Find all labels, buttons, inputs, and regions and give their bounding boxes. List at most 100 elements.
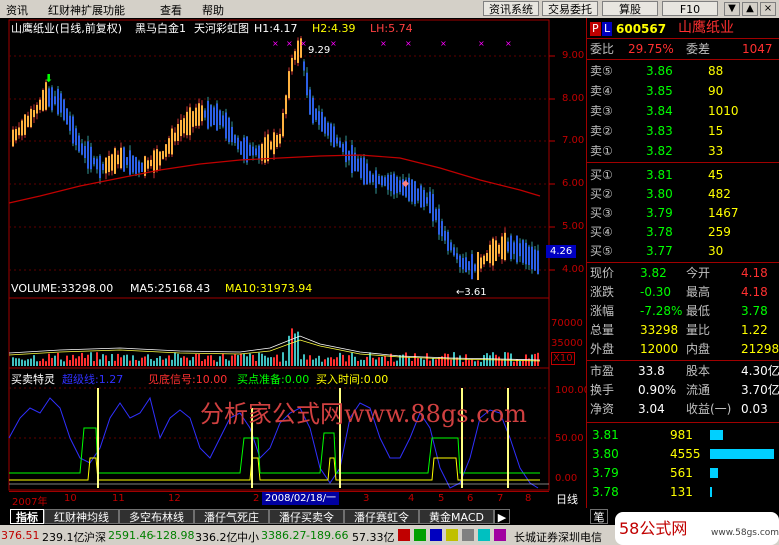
price-axis-label: 9.00 — [562, 50, 585, 61]
tab-panzai-qisi[interactable]: 潘仔气死庄 — [194, 509, 269, 524]
volume-bar — [144, 356, 146, 366]
volume-bar — [129, 360, 131, 366]
menu-item-zixun[interactable]: 资讯 — [6, 2, 28, 18]
volume-bar — [30, 358, 32, 366]
date-axis-label: 2 — [253, 493, 260, 504]
date-axis-label: 11 — [112, 493, 125, 504]
fin-label: 换手 — [590, 383, 615, 397]
signal-x-marker: × — [478, 39, 485, 48]
volume-axis-label: 35000 — [551, 338, 583, 349]
tab-bollinger[interactable]: 多空布林线 — [119, 509, 194, 524]
stock-name: 山鹰纸业 — [678, 20, 734, 36]
depth-price: 3.81 — [592, 428, 619, 442]
maximize-icon[interactable]: ▲ — [742, 2, 758, 16]
fin-value: 3.04 — [638, 402, 665, 416]
menu-bar: 资讯 红财神扩展功能 查看 帮助 资讯系统 交易委托 算股 F10 ▼ ▲ × — [0, 0, 779, 19]
volume-bar — [249, 353, 251, 366]
volume-bar — [456, 357, 458, 366]
index-amount: 57.33亿 — [352, 531, 395, 544]
stat-value: 3.82 — [640, 266, 667, 280]
index-change: -128.98 — [152, 529, 195, 542]
date-tooltip: 2008/02/18/一 — [262, 492, 340, 505]
date-axis-label: 3 — [363, 493, 370, 504]
buy-level-label: 买④ — [590, 225, 613, 239]
volume-bar — [156, 358, 158, 366]
tab-bi[interactable]: 笔 — [590, 509, 608, 524]
volume-bar — [54, 355, 56, 366]
minimize-icon[interactable]: ▼ — [724, 2, 740, 16]
volume-bar — [351, 352, 353, 366]
tab-indicator[interactable]: 指标 — [10, 509, 44, 524]
volume-bar — [186, 357, 188, 366]
info-system-button[interactable]: 资讯系统 — [483, 1, 539, 16]
volume-bar — [66, 355, 68, 366]
buy-price: 3.77 — [646, 244, 673, 258]
depth-bar — [710, 449, 774, 459]
chart-canvas: × × × × × × × × × ⬇ ◆ — [8, 19, 555, 491]
signal-x-marker: × — [286, 39, 293, 48]
tab-panzai-maimai[interactable]: 潘仔买卖令 — [269, 509, 344, 524]
volume-bar — [114, 360, 116, 366]
volume-bar — [123, 355, 125, 366]
price-axis-label: 6.00 — [562, 178, 585, 189]
volume-bar — [384, 355, 386, 366]
logo-badge: 58公式网 www.58gs.com — [615, 512, 779, 545]
date-axis-label: 4 — [408, 493, 415, 504]
menu-item-view[interactable]: 查看 — [160, 2, 182, 18]
volume-bar — [264, 355, 266, 366]
status-indicator-icon — [398, 529, 410, 541]
volume-bar — [57, 352, 59, 366]
sell-level-label: 卖⑤ — [590, 64, 613, 78]
stat-value: 3.78 — [741, 304, 768, 318]
index-value: 376.51 — [1, 529, 40, 542]
indicator-axis-label: 50.00 — [555, 433, 584, 444]
trade-button[interactable]: 交易委托 — [542, 1, 598, 16]
volume-bar — [459, 355, 461, 366]
stat-label: 总量 — [590, 323, 615, 337]
volume-bar — [465, 354, 467, 366]
volume-scale-badge: X10 — [551, 352, 575, 365]
tab-red-ma[interactable]: 红财神均线 — [44, 509, 119, 524]
volume-bar — [327, 357, 329, 366]
depth-bar — [710, 487, 712, 497]
close-icon[interactable]: × — [760, 2, 776, 16]
indicator-title: 买卖特灵 — [11, 373, 55, 386]
signal-x-marker: × — [330, 39, 337, 48]
volume-bar — [108, 361, 110, 366]
stat-label: 量比 — [686, 323, 711, 337]
stat-value: 4.18 — [741, 285, 768, 299]
volume-bar — [231, 355, 233, 366]
stat-value: 33298 — [640, 323, 679, 337]
volume-bar — [198, 354, 200, 366]
volume-bar — [204, 359, 206, 366]
volume-bar — [72, 354, 74, 366]
volume-bar — [90, 352, 92, 366]
period-label[interactable]: 日线 — [556, 493, 578, 506]
h2-value: H2:4.39 — [312, 22, 356, 35]
volume-bar — [267, 357, 269, 366]
volume-bar — [489, 355, 491, 366]
sell-price: 3.82 — [646, 144, 673, 158]
volume-bar — [495, 354, 497, 366]
tab-golden-macd[interactable]: 黄金MACD — [419, 509, 494, 524]
tab-scroll-icon[interactable]: ▶ — [494, 509, 510, 524]
tab-panzai-saihong[interactable]: 潘仔赛虹令 — [344, 509, 419, 524]
index-name: 沪深 — [84, 531, 106, 544]
volume-bar — [300, 359, 302, 366]
l-badge: L — [602, 22, 613, 36]
depth-volume: 4555 — [670, 447, 701, 461]
volume-ma5: MA5:25168.43 — [130, 282, 211, 295]
f10-button[interactable]: F10 — [662, 1, 718, 16]
depth-price: 3.78 — [592, 485, 619, 499]
suangu-button[interactable]: 算股 — [602, 1, 658, 16]
status-indicator-icon — [430, 529, 442, 541]
logo-text: 58公式网 — [619, 519, 688, 538]
volume-bar — [126, 354, 128, 366]
sell-volume: 88 — [708, 64, 724, 78]
kline-chart-area[interactable]: × × × × × × × × × ⬇ ◆ 山鹰纸业(日线,前复权) 黑马白金1 天河彩虹图 H… — [0, 18, 590, 508]
volume-bar — [171, 359, 173, 366]
menu-item-help[interactable]: 帮助 — [202, 2, 224, 18]
menu-item-extension[interactable]: 红财神扩展功能 — [48, 2, 125, 18]
volume-bar — [216, 361, 218, 366]
index-amount: 239.1亿 — [42, 531, 85, 544]
